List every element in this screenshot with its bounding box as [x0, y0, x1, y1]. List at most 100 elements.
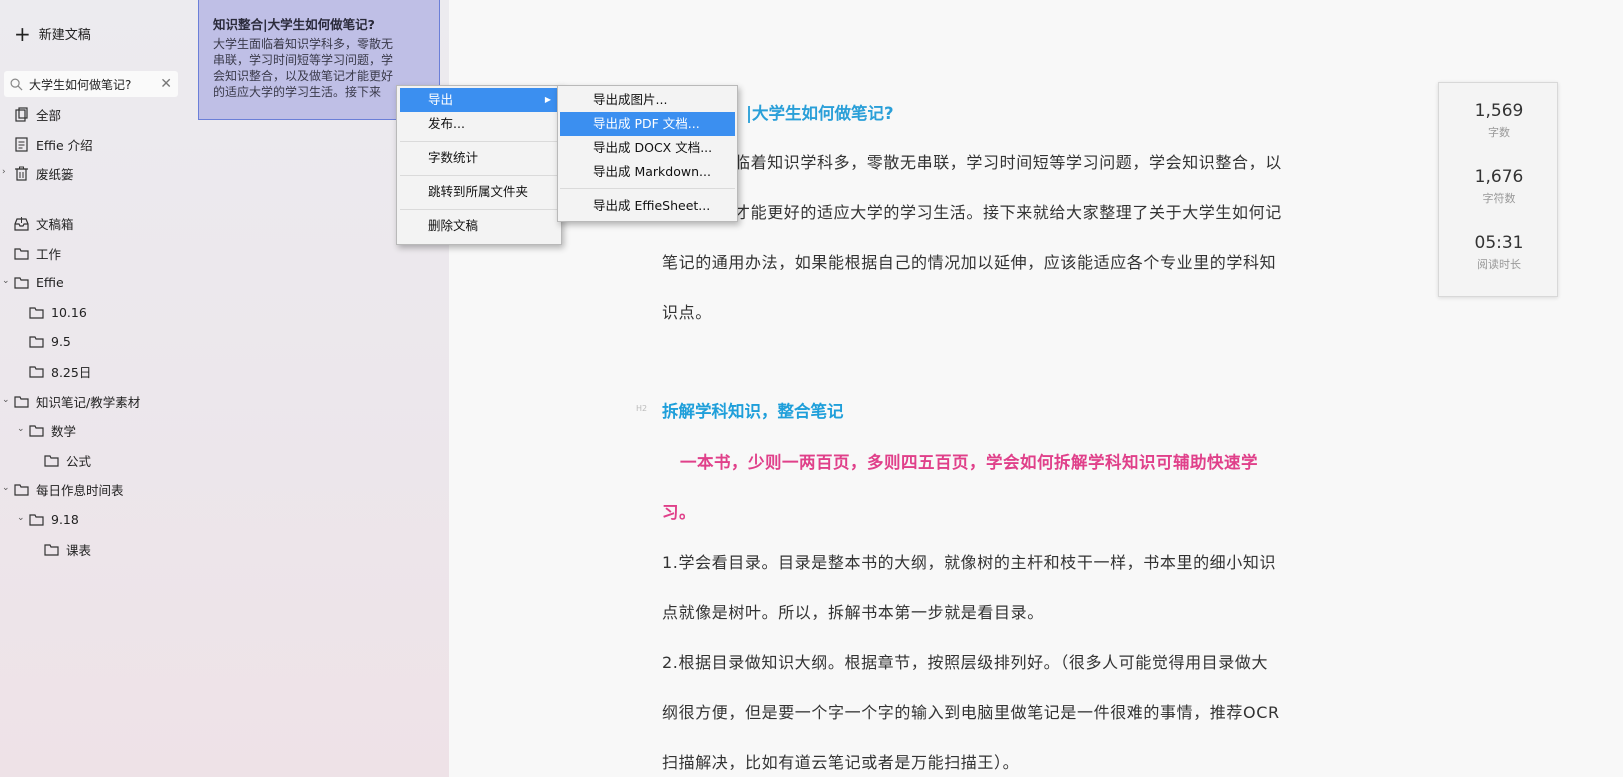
sidebar-item-effie[interactable]: ⌄ Effie — [2, 272, 64, 292]
stats-panel: 1,569 字数 1,676 字符数 05:31 阅读时长 — [1438, 82, 1558, 297]
folder-icon — [29, 365, 44, 378]
doc-card-line: 串联，学习时间短等学习问题，学 — [213, 53, 394, 67]
read-time-value: 05:31 — [1474, 233, 1524, 253]
menu-item-go-to-folder[interactable]: 跳转到所属文件夹 — [400, 180, 558, 204]
folder-icon — [14, 247, 29, 260]
sidebar-item-label: 知识笔记/教学素材 — [36, 394, 141, 410]
sidebar-item-label: 文稿箱 — [36, 216, 74, 232]
folder-icon — [29, 513, 44, 526]
folder-icon — [14, 483, 29, 496]
char-count-value: 1,676 — [1474, 167, 1524, 187]
trash-icon — [15, 166, 28, 181]
chevron-down-icon[interactable]: ⌄ — [2, 483, 10, 493]
intro-line: 临着知识学科多，零散无串联，学习时间短等学习问题，学会知识整合，以 — [734, 153, 1282, 172]
doc-card-line: 大学生面临着知识学科多，零散无 — [213, 37, 394, 51]
menu-divider — [560, 188, 735, 189]
menu-item-word-count[interactable]: 字数统计 — [400, 146, 558, 170]
sidebar-item-label: 公式 — [66, 453, 92, 469]
menu-item-publish[interactable]: 发布... — [400, 112, 558, 136]
doc-title: |大学生如何做笔记? — [746, 104, 894, 123]
sidebar-item-knowledge-notes[interactable]: ⌄ 知识笔记/教学素材 — [2, 391, 141, 411]
heading-level-marker: H2 — [636, 404, 648, 413]
sidebar-item-label: 10.16 — [51, 304, 87, 320]
body-line: 纲很方便，但是要一个字一个字的输入到电脑里做笔记是一件很难的事情，推荐OCR — [662, 703, 1280, 722]
menu-item-delete-doc[interactable]: 删除文稿 — [400, 214, 558, 238]
sidebar-item-math[interactable]: ⌄ 数学 — [17, 420, 76, 440]
new-doc-label: 新建文稿 — [38, 28, 91, 43]
menu-item-label: 跳转到所属文件夹 — [428, 184, 529, 199]
chevron-down-icon[interactable]: ⌄ — [2, 395, 10, 405]
char-count-label: 字符数 — [1482, 192, 1516, 205]
intro-line: 才能更好的适应大学的学习生活。接下来就给大家整理了关于大学生如何记 — [734, 203, 1282, 222]
menu-item-label: 字数统计 — [428, 150, 479, 165]
export-markdown[interactable]: 导出成 Markdown... — [560, 160, 735, 184]
sidebar-item-work[interactable]: 工作 — [14, 243, 61, 263]
sidebar-item-label: 废纸篓 — [36, 166, 74, 182]
sidebar-item-10-16[interactable]: 10.16 — [29, 302, 87, 322]
read-time-label: 阅读时长 — [1477, 258, 1521, 271]
sidebar-item-label: Effie 介绍 — [36, 137, 93, 153]
body-line: 1.学会看目录。目录是整本书的大纲，就像树的主杆和枝干一样，书本里的细小知识 — [662, 553, 1277, 572]
document-icon — [15, 136, 28, 152]
menu-divider — [400, 175, 558, 176]
folder-icon — [29, 424, 44, 437]
all-docs-icon — [15, 106, 28, 122]
menu-item-label: 导出 — [428, 92, 454, 107]
submenu-arrow-icon: ▶ — [544, 95, 551, 104]
menu-item-label: 删除文稿 — [428, 218, 479, 233]
body-line: 点就像是树叶。所以，拆解书本第一步就是看目录。 — [662, 603, 1044, 622]
menu-item-label: 导出成 PDF 文档... — [593, 116, 700, 131]
sidebar-item-9-18[interactable]: ⌄ 9.18 — [17, 509, 79, 529]
menu-item-label: 导出成图片... — [593, 92, 668, 107]
sidebar-item-label: 9.5 — [51, 333, 71, 349]
export-docx[interactable]: 导出成 DOCX 文档... — [560, 136, 735, 160]
search-input[interactable]: 大学生如何做笔记? ✕ — [4, 71, 178, 97]
chevron-right-icon[interactable]: › — [2, 167, 6, 177]
clear-search-icon[interactable]: ✕ — [160, 76, 172, 92]
new-doc-button[interactable]: + 新建文稿 — [14, 24, 91, 44]
folder-icon — [14, 276, 29, 289]
export-pdf[interactable]: 导出成 PDF 文档... — [560, 112, 735, 136]
sidebar-item-effie-intro[interactable]: Effie 介绍 — [14, 134, 93, 154]
sidebar-item-label: Effie — [36, 274, 64, 290]
body-line: 2.根据目录做知识大纲。根据章节，按照层级排列好。（很多人可能觉得用目录做大 — [662, 653, 1269, 672]
body-line: 扫描解决，比如有道云笔记或者是万能扫描王）。 — [662, 753, 1020, 772]
menu-item-label: 导出成 DOCX 文档... — [593, 140, 713, 155]
inbox-icon — [14, 216, 29, 231]
intro-line: 识点。 — [662, 303, 712, 322]
sidebar-item-label: 8.25日 — [51, 364, 92, 380]
chevron-down-icon[interactable]: ⌄ — [17, 513, 25, 523]
sidebar-item-trash[interactable]: › 废纸篓 — [2, 163, 74, 183]
sidebar-item-inbox[interactable]: 文稿箱 — [14, 213, 74, 233]
search-value: 大学生如何做笔记? — [29, 77, 132, 92]
sidebar-item-label: 课表 — [66, 542, 92, 558]
highlight-line: 习。 — [662, 503, 696, 522]
sidebar-item-9-5[interactable]: 9.5 — [29, 331, 71, 351]
export-effiesheet[interactable]: 导出成 EffieSheet... — [560, 194, 735, 218]
sidebar-item-8-25[interactable]: 8.25日 — [29, 361, 91, 381]
export-image[interactable]: 导出成图片... — [560, 88, 735, 112]
doc-card-line: 会知识整合，以及做笔记才能更好 — [213, 69, 394, 83]
export-submenu: 导出成图片... 导出成 PDF 文档... 导出成 DOCX 文档... 导出… — [557, 85, 738, 222]
menu-item-label: 导出成 EffieSheet... — [593, 198, 711, 213]
folder-icon — [14, 395, 29, 408]
menu-divider — [400, 209, 558, 210]
chevron-down-icon[interactable]: ⌄ — [2, 276, 10, 286]
folder-icon — [44, 543, 59, 556]
menu-item-label: 发布... — [428, 116, 465, 131]
sidebar-item-label: 全部 — [36, 107, 62, 123]
sidebar-item-label: 9.18 — [51, 511, 79, 527]
sidebar-item-all[interactable]: 全部 — [14, 104, 61, 124]
folder-icon — [29, 306, 44, 319]
sidebar-item-timetable[interactable]: 课表 — [44, 539, 91, 559]
sidebar-item-daily-schedule[interactable]: ⌄ 每日作息时间表 — [2, 479, 124, 499]
doc-card-line: 的适应大学的学习生活。接下来 — [213, 85, 382, 99]
sidebar-item-formula[interactable]: 公式 — [44, 450, 91, 470]
chevron-down-icon[interactable]: ⌄ — [17, 424, 25, 434]
sidebar: + 新建文稿 大学生如何做笔记? ✕ 全部 Effie 介绍 › 废纸篓 文稿箱… — [0, 0, 449, 777]
menu-item-export[interactable]: 导出 ▶ — [400, 88, 558, 112]
word-count-label: 字数 — [1488, 126, 1510, 139]
highlight-line: 一本书，少则一两百页，多则四五百页，学会如何拆解学科知识可辅助快速学 — [680, 453, 1258, 472]
word-count-value: 1,569 — [1474, 101, 1524, 121]
char-count: 1,676 字符数 — [1439, 167, 1559, 206]
